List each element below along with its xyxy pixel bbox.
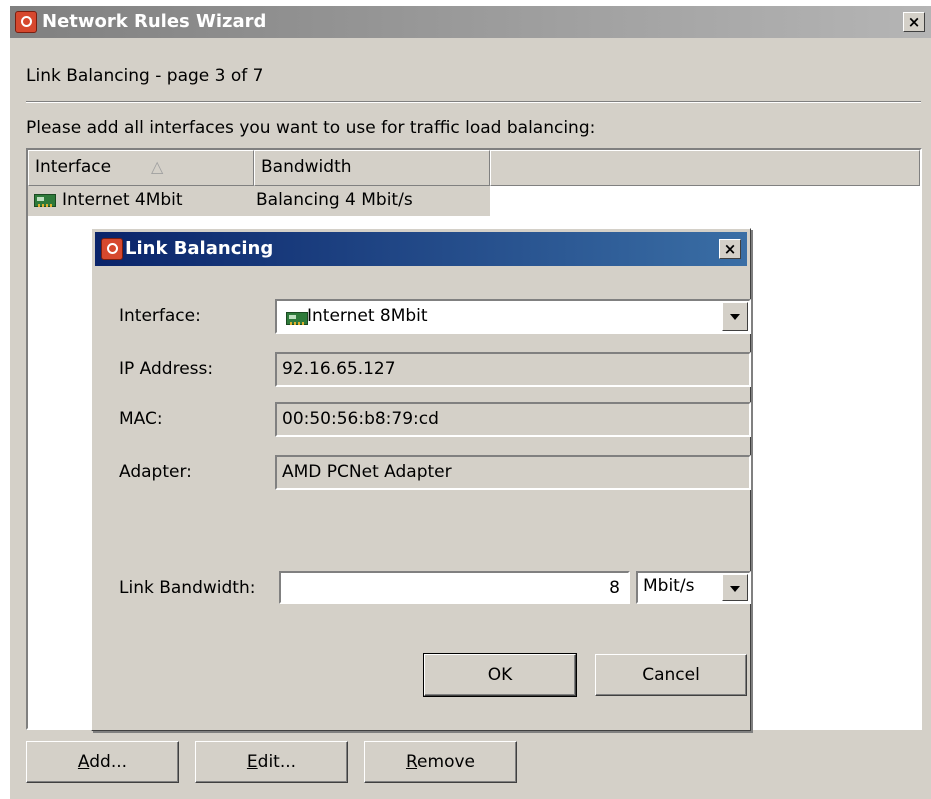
- interface-dropdown[interactable]: Internet 8Mbit: [275, 299, 751, 334]
- column-header-interface[interactable]: Interface △: [28, 150, 254, 186]
- page-subtitle: Link Balancing - page 3 of 7: [26, 66, 264, 86]
- edit-mnemonic: E: [246, 752, 258, 772]
- wizard-titlebar[interactable]: Network Rules Wizard ×: [10, 6, 931, 38]
- bandwidth-unit-value: Mbit/s: [643, 576, 695, 596]
- list-header: Interface △ Bandwidth: [28, 150, 920, 186]
- network-card-icon: [286, 312, 308, 325]
- sort-ascending-icon: △: [151, 157, 164, 176]
- adapter-field: AMD PCNet Adapter: [275, 455, 751, 490]
- ip-address-label: IP Address:: [119, 359, 214, 379]
- link-bandwidth-label: Link Bandwidth:: [119, 578, 256, 598]
- app-icon: [15, 11, 37, 33]
- link-balancing-dialog: Link Balancing × Interface: Internet 8Mb…: [91, 228, 751, 731]
- wizard-window: Network Rules Wizard × Link Balancing - …: [10, 6, 931, 799]
- add-button[interactable]: Add...: [26, 741, 179, 783]
- remove-label-rest: emove: [417, 752, 475, 772]
- adapter-label: Adapter:: [119, 462, 192, 482]
- close-icon: ×: [723, 240, 737, 258]
- interface-selected: Internet 8Mbit: [307, 306, 428, 326]
- remove-button[interactable]: Remove: [364, 741, 517, 783]
- column-header-bandwidth[interactable]: Bandwidth: [254, 150, 490, 186]
- dialog-title: Link Balancing: [125, 238, 274, 259]
- close-icon: ×: [907, 13, 921, 31]
- divider: [26, 101, 921, 103]
- column-header-empty: [490, 150, 920, 186]
- dialog-titlebar[interactable]: Link Balancing ×: [95, 232, 747, 266]
- column-header-label: Interface: [35, 157, 112, 177]
- add-label-rest: dd...: [89, 752, 128, 772]
- bandwidth-unit-select[interactable]: Mbit/s: [636, 571, 751, 604]
- list-item[interactable]: Internet 4Mbit Balancing 4 Mbit/s: [28, 186, 490, 216]
- app-icon: [101, 238, 123, 260]
- chevron-down-icon[interactable]: [722, 302, 748, 331]
- mac-field: 00:50:56:b8:79:cd: [275, 402, 751, 437]
- interface-label: Interface:: [119, 306, 201, 326]
- column-header-label: Bandwidth: [261, 157, 352, 177]
- dialog-close-button[interactable]: ×: [719, 239, 741, 259]
- ip-address-field: 92.16.65.127: [275, 352, 751, 387]
- network-card-icon: [34, 194, 56, 207]
- mac-label: MAC:: [119, 409, 163, 429]
- link-bandwidth-input[interactable]: 8: [279, 571, 630, 604]
- chevron-down-icon[interactable]: [722, 574, 748, 601]
- remove-mnemonic: R: [405, 752, 418, 772]
- cancel-button[interactable]: Cancel: [595, 654, 747, 696]
- close-button[interactable]: ×: [903, 12, 925, 32]
- ok-button[interactable]: OK: [423, 653, 577, 697]
- row-bandwidth: Balancing 4 Mbit/s: [256, 190, 413, 210]
- add-mnemonic: A: [77, 752, 90, 772]
- instruction-text: Please add all interfaces you want to us…: [26, 118, 596, 138]
- edit-button[interactable]: Edit...: [195, 741, 348, 783]
- window-title: Network Rules Wizard: [42, 11, 267, 32]
- row-interface: Internet 4Mbit: [62, 190, 183, 210]
- edit-label-rest: dit...: [257, 752, 297, 772]
